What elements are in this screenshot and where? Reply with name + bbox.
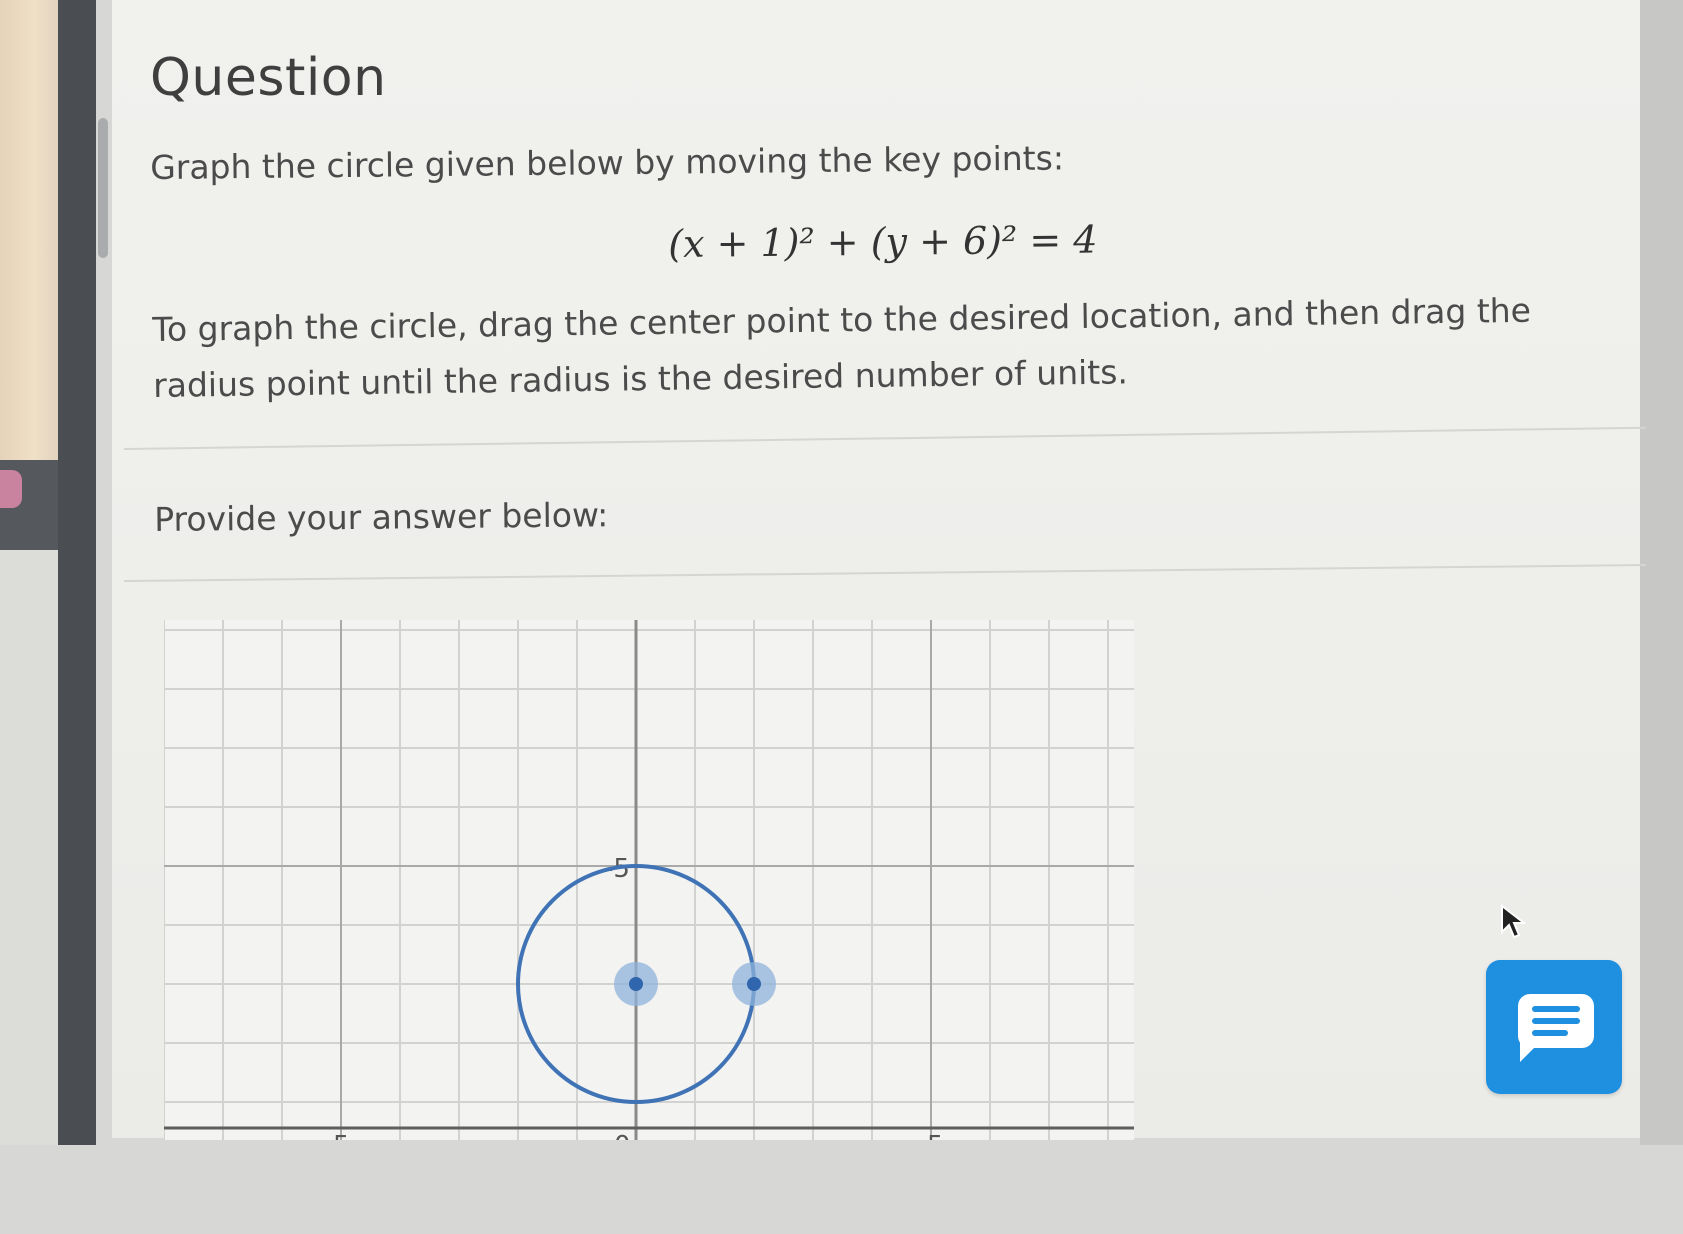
circle-equation: (x + 1)² + (y + 6)² = 4 [668, 217, 1098, 266]
x-tick-label: 0 [614, 1131, 631, 1140]
chat-bubble-tail [1520, 1040, 1542, 1062]
background-tab-mark [0, 470, 22, 508]
x-tick-label: 5 [333, 1131, 350, 1140]
chat-line [1532, 1030, 1568, 1036]
panel-right-edge [1640, 0, 1683, 1145]
x-tick-label: 5 [927, 1131, 944, 1140]
background-window-edge [0, 0, 58, 460]
graphing-directions: To graph the circle, drag the center poi… [152, 290, 1532, 405]
window-gutter [58, 0, 96, 1145]
chat-button[interactable] [1486, 960, 1622, 1094]
mouse-pointer-icon [1501, 904, 1527, 939]
background-window-edge-dark [0, 460, 58, 550]
radius-point[interactable] [747, 977, 761, 991]
question-title: Question [150, 48, 387, 108]
graph-area[interactable]: -5505 [164, 620, 1134, 1140]
scrollbar-thumb[interactable] [98, 118, 108, 258]
center-point[interactable] [629, 977, 643, 991]
chat-line [1532, 1018, 1580, 1024]
chat-line [1532, 1006, 1580, 1012]
answer-label: Provide your answer below: [154, 495, 609, 539]
graph-canvas[interactable]: -5505 [164, 620, 1134, 1140]
